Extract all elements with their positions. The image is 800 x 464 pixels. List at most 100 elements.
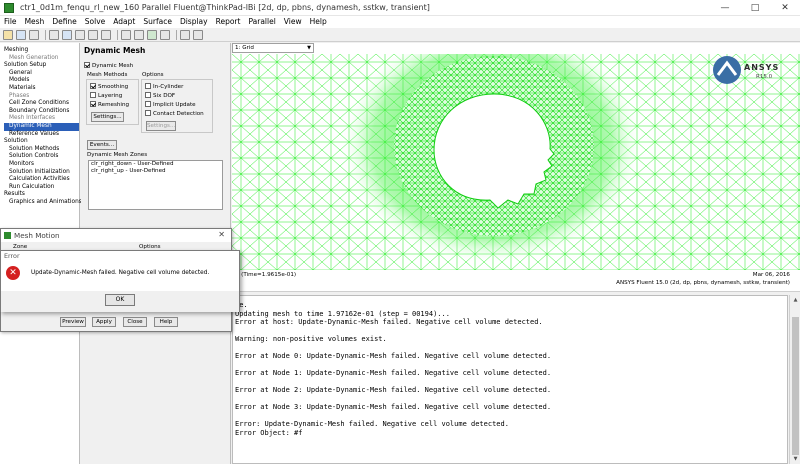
tree-boundary-conditions[interactable]: Boundary Conditions bbox=[4, 108, 79, 116]
ok-button[interactable]: OK bbox=[105, 294, 135, 306]
zoom-box-icon[interactable] bbox=[134, 29, 144, 40]
events-button[interactable]: Events... bbox=[87, 140, 117, 150]
print-icon[interactable] bbox=[29, 29, 39, 40]
open-folder-icon[interactable] bbox=[3, 29, 13, 40]
tree-solution-methods[interactable]: Solution Methods bbox=[4, 146, 79, 154]
tree-mesh-interfaces[interactable]: Mesh Interfaces bbox=[4, 115, 79, 123]
layering-row: Layering bbox=[90, 92, 122, 100]
dynamic-mesh-zones-list[interactable]: clr_right_down - User-Defined clr_right_… bbox=[88, 160, 223, 210]
dynamic-mesh-zones-label: Dynamic Mesh Zones bbox=[87, 152, 148, 158]
rotate-view-icon[interactable] bbox=[49, 29, 59, 40]
error-dialog-body: ✕ Update-Dynamic-Mesh failed. Negative c… bbox=[1, 260, 239, 291]
dynamic-mesh-checkbox[interactable] bbox=[84, 62, 90, 68]
smoothing-checkbox[interactable] bbox=[90, 83, 96, 89]
console-output[interactable]: me. Updating mesh to time 1.97162e-01 (s… bbox=[232, 295, 788, 464]
tree-phases[interactable]: Phases bbox=[4, 93, 79, 101]
console-line: Error at host: Update-Dynamic-Mesh faile… bbox=[235, 318, 543, 326]
preview-button[interactable]: Preview bbox=[60, 317, 86, 327]
tree-reference-values[interactable]: Reference Values bbox=[4, 131, 79, 139]
save-icon[interactable] bbox=[16, 29, 26, 40]
tree-calculation-activities[interactable]: Calculation Activities bbox=[4, 176, 79, 184]
in-cylinder-checkbox[interactable] bbox=[145, 83, 151, 89]
minimize-button[interactable]: — bbox=[710, 0, 740, 16]
toolbar-separator bbox=[117, 29, 118, 40]
tree-graphics-and-animations[interactable]: Graphics and Animations bbox=[4, 199, 82, 207]
remeshing-checkbox[interactable] bbox=[90, 101, 96, 107]
tree-materials[interactable]: Materials bbox=[4, 85, 79, 93]
probe-icon[interactable] bbox=[101, 29, 111, 40]
menu-define[interactable]: Define bbox=[52, 16, 76, 28]
close-button[interactable]: ✕ bbox=[770, 0, 800, 16]
scroll-up-icon[interactable]: ▲ bbox=[792, 297, 799, 303]
zoom-out-icon[interactable] bbox=[88, 29, 98, 40]
graphics-window-selector[interactable]: 1: Grid ▼ bbox=[232, 43, 314, 53]
mesh-motion-close-icon[interactable]: ✕ bbox=[218, 230, 225, 239]
menu-parallel[interactable]: Parallel bbox=[248, 16, 275, 28]
console-line: Error at Node 0: Update-Dynamic-Mesh fai… bbox=[235, 352, 552, 360]
in-cylinder-label: In-Cylinder bbox=[153, 84, 184, 90]
fluent-app-icon bbox=[4, 3, 14, 13]
mesh-methods-settings-button[interactable]: Settings... bbox=[91, 112, 124, 122]
tree-solution-setup[interactable]: Solution Setup bbox=[4, 62, 79, 70]
menu-view[interactable]: View bbox=[284, 16, 302, 28]
menu-display[interactable]: Display bbox=[180, 16, 208, 28]
tree-meshing[interactable]: Meshing bbox=[4, 47, 79, 55]
ansys-logo-word: ANSYS bbox=[744, 63, 780, 72]
menu-report[interactable]: Report bbox=[216, 16, 241, 28]
layout-icon[interactable] bbox=[160, 29, 170, 40]
menu-file[interactable]: File bbox=[4, 16, 17, 28]
view-options-icon[interactable] bbox=[147, 29, 157, 40]
error-icon: ✕ bbox=[6, 266, 20, 280]
implicit-update-checkbox[interactable] bbox=[145, 101, 151, 107]
tree-models[interactable]: Models bbox=[4, 77, 79, 85]
layering-checkbox[interactable] bbox=[90, 92, 96, 98]
layering-label: Layering bbox=[98, 93, 123, 99]
pan-icon[interactable] bbox=[62, 29, 72, 40]
task-page-title: Dynamic Mesh bbox=[84, 46, 146, 55]
camera-icon[interactable] bbox=[193, 29, 203, 40]
help-button[interactable]: Help bbox=[154, 317, 178, 327]
menu-bar: File Mesh Define Solve Adapt Surface Dis… bbox=[0, 16, 800, 28]
tree-solution[interactable]: Solution bbox=[4, 138, 79, 146]
tree-results[interactable]: Results bbox=[4, 191, 79, 199]
six-dof-checkbox[interactable] bbox=[145, 92, 151, 98]
console-line: Updating mesh to time 1.97162e-01 (step … bbox=[235, 309, 450, 318]
console-line: Error: Update-Dynamic-Mesh failed. Negat… bbox=[235, 420, 509, 428]
maximize-button[interactable]: □ bbox=[740, 0, 770, 16]
scroll-down-icon[interactable]: ▼ bbox=[792, 456, 799, 462]
contact-detection-checkbox[interactable] bbox=[145, 110, 151, 116]
six-dof-row: Six DOF bbox=[145, 92, 175, 100]
tree-run-calculation[interactable]: Run Calculation bbox=[4, 184, 79, 192]
menu-adapt[interactable]: Adapt bbox=[113, 16, 135, 28]
tree-dynamic-mesh[interactable]: Dynamic Mesh bbox=[4, 122, 79, 131]
list-item[interactable]: clr_right_up - User-Defined bbox=[89, 168, 222, 175]
menu-surface[interactable]: Surface bbox=[143, 16, 172, 28]
menu-mesh[interactable]: Mesh bbox=[25, 16, 45, 28]
options-group-label: Options bbox=[142, 72, 164, 78]
list-item[interactable]: clr_right_down - User-Defined bbox=[89, 161, 222, 168]
graphics-caption: rid (Time=1.9615e-01) bbox=[232, 272, 297, 278]
smoothing-row: Smoothing bbox=[90, 83, 128, 91]
console-scrollbar[interactable]: ▲ ▼ bbox=[789, 295, 800, 464]
toolbar-separator bbox=[45, 29, 46, 40]
contact-detection-row: Contact Detection bbox=[145, 110, 204, 118]
tree-solution-initialization[interactable]: Solution Initialization bbox=[4, 169, 79, 177]
window-layout-icon[interactable] bbox=[180, 29, 190, 40]
graphics-window[interactable]: 1: Grid ▼ ANSYS R15.0 bbox=[232, 43, 800, 275]
tree-mesh-generation[interactable]: Mesh Generation bbox=[4, 55, 79, 63]
dialog-close-button[interactable]: Close bbox=[123, 317, 147, 327]
tree-cell-zone-conditions[interactable]: Cell Zone Conditions bbox=[4, 100, 79, 108]
tree-solution-controls[interactable]: Solution Controls bbox=[4, 153, 79, 161]
apply-button[interactable]: Apply bbox=[92, 317, 116, 327]
fit-to-window-icon[interactable] bbox=[121, 29, 131, 40]
menu-solve[interactable]: Solve bbox=[85, 16, 106, 28]
menu-help[interactable]: Help bbox=[310, 16, 327, 28]
options-settings-button[interactable]: Settings... bbox=[146, 121, 176, 131]
scrollbar-thumb[interactable] bbox=[792, 317, 799, 455]
zoom-in-icon[interactable] bbox=[75, 29, 85, 40]
tree-general[interactable]: General bbox=[4, 70, 79, 78]
tree-monitors[interactable]: Monitors bbox=[4, 161, 79, 169]
